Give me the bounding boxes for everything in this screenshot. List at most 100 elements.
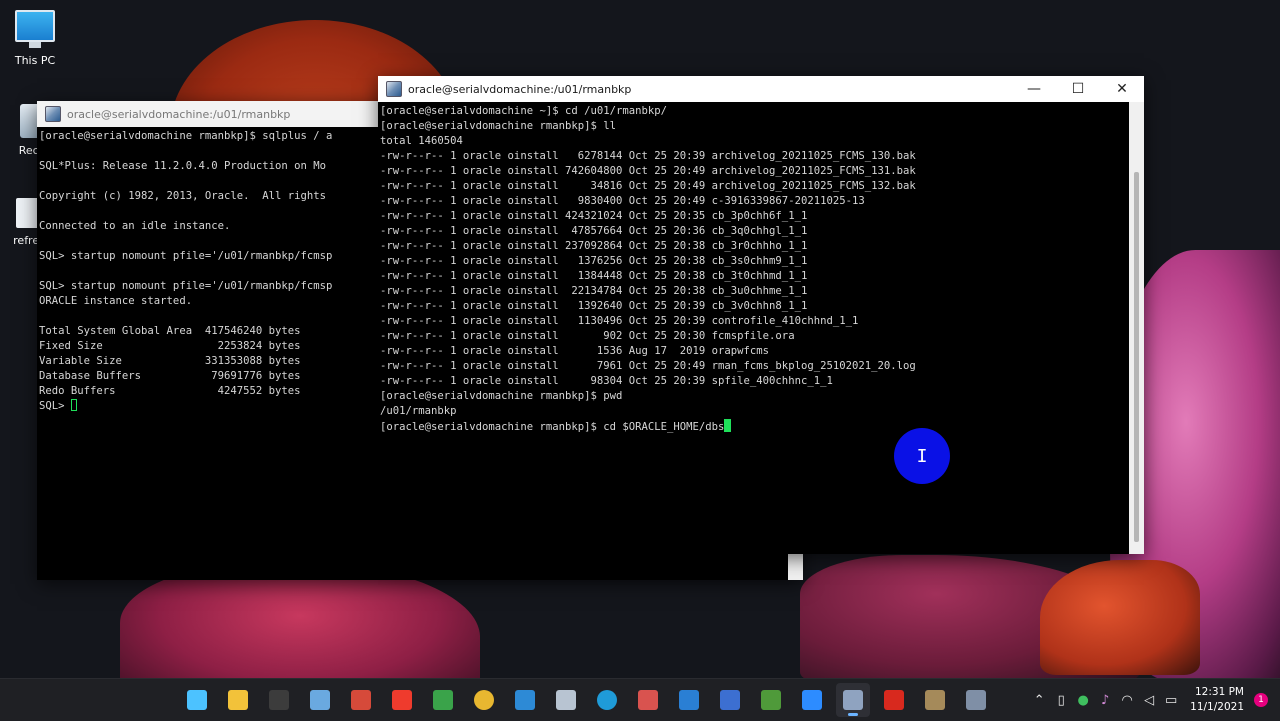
taskbar-app-snipping[interactable] — [631, 683, 665, 717]
volume-icon[interactable]: ◁ — [1138, 693, 1160, 708]
scrollbar[interactable] — [1129, 102, 1144, 554]
system-tray: ⌃ ▯ ● ♪ ◠ ◁ ▭ 12:31 PM 11/1/2021 1 — [1028, 679, 1280, 721]
terminal-line: Connected to an idle instance. — [39, 220, 231, 232]
putty-icon — [843, 690, 863, 710]
terminal-line: -rw-r--r-- 1 oracle oinstall 1536 Aug 17… — [380, 345, 770, 357]
taskbar-app-zoom[interactable] — [795, 683, 829, 717]
taskbar-app-game[interactable] — [754, 683, 788, 717]
terminal-line: Copyright (c) 1982, 2013, Oracle. All ri… — [39, 190, 327, 202]
terminal-line: -rw-r--r-- 1 oracle oinstall 1384448 Oct… — [380, 270, 808, 282]
computer-icon — [15, 10, 55, 48]
terminal-line: total 1460504 — [380, 135, 463, 147]
terminal-line: [oracle@serialvdomachine rmanbkp]$ sqlpl… — [39, 130, 333, 142]
maximize-button[interactable]: ☐ — [1056, 76, 1100, 102]
taskbar-app-anydesk[interactable] — [385, 683, 419, 717]
terminal-line: SQL*Plus: Release 11.2.0.4.0 Production … — [39, 160, 327, 172]
terminal-line: -rw-r--r-- 1 oracle oinstall 34816 Oct 2… — [380, 180, 916, 192]
usb-icon[interactable]: ▯ — [1050, 693, 1072, 708]
terminal-window-front[interactable]: oracle@serialvdomachine:/u01/rmanbkp — ☐… — [378, 76, 1144, 554]
terminal-line: Total System Global Area 417546240 bytes — [39, 325, 301, 337]
text-cursor — [724, 419, 732, 432]
start-icon — [187, 690, 207, 710]
terminal-line: -rw-r--r-- 1 oracle oinstall 98304 Oct 2… — [380, 375, 833, 387]
minimize-button[interactable]: — — [1012, 76, 1056, 102]
clock-time: 12:31 PM — [1195, 686, 1244, 698]
terminal-line: -rw-r--r-- 1 oracle oinstall 7961 Oct 25… — [380, 360, 916, 372]
taskbar: ⌃ ▯ ● ♪ ◠ ◁ ▭ 12:31 PM 11/1/2021 1 — [0, 678, 1280, 721]
terminal-line: -rw-r--r-- 1 oracle oinstall 47857664 Oc… — [380, 225, 808, 237]
terminal-line: [oracle@serialvdomachine rmanbkp]$ pwd — [380, 390, 623, 402]
terminal-line: -rw-r--r-- 1 oracle oinstall 742604800 O… — [380, 165, 916, 177]
text-cursor — [70, 399, 77, 411]
taskbar-app-chrome[interactable] — [467, 683, 501, 717]
network-tool-icon — [720, 690, 740, 710]
wallpaper-shape — [1040, 560, 1200, 675]
network-drive-icon[interactable]: ● — [1072, 693, 1094, 708]
taskbar-app-cmd-tool[interactable] — [959, 683, 993, 717]
scrollbar[interactable] — [788, 551, 803, 580]
zoom-icon — [802, 690, 822, 710]
taskbar-app-network-tool[interactable] — [713, 683, 747, 717]
desktop-icon-label: This PC — [14, 54, 56, 67]
terminal-line: SQL> startup nomount pfile='/u01/rmanbkp… — [39, 250, 333, 262]
terminal-line: -rw-r--r-- 1 oracle oinstall 9830400 Oct… — [380, 195, 865, 207]
taskbar-app-edge[interactable] — [590, 683, 624, 717]
photos-icon — [310, 690, 330, 710]
desktop-icon-this-pc[interactable]: This PC — [0, 10, 70, 67]
putty-icon — [45, 106, 61, 122]
window-titlebar[interactable]: oracle@serialvdomachine:/u01/rmanbkp — ☐… — [378, 76, 1144, 102]
terminal-prompt-line: SQL> — [39, 400, 71, 412]
virtualbox-icon — [556, 690, 576, 710]
terminal-line: -rw-r--r-- 1 oracle oinstall 1376256 Oct… — [380, 255, 808, 267]
taskbar-app-slides[interactable] — [344, 683, 378, 717]
taskbar-app-terminal[interactable] — [262, 683, 296, 717]
terminal-line: SQL> startup nomount pfile='/u01/rmanbkp… — [39, 280, 333, 292]
chrome-icon — [474, 690, 494, 710]
terminal-line: -rw-r--r-- 1 oracle oinstall 1130496 Oct… — [380, 315, 859, 327]
taskbar-app-photos[interactable] — [303, 683, 337, 717]
chevron-up-icon[interactable]: ⌃ — [1028, 693, 1050, 708]
window-title: oracle@serialvdomachine:/u01/rmanbkp — [408, 82, 632, 96]
taskbar-app-spreadsheet[interactable] — [426, 683, 460, 717]
taskbar-app-file-explorer[interactable] — [221, 683, 255, 717]
taskbar-app-gimp[interactable] — [918, 683, 952, 717]
taskbar-app-acrobat[interactable] — [877, 683, 911, 717]
taskbar-apps — [180, 683, 993, 717]
taskbar-app-putty[interactable] — [836, 683, 870, 717]
terminal-line: Fixed Size 2253824 bytes — [39, 340, 301, 352]
taskbar-app-remote-desktop[interactable] — [508, 683, 542, 717]
edge-icon — [597, 690, 617, 710]
terminal-line: [oracle@serialvdomachine ~]$ cd /u01/rma… — [380, 105, 668, 117]
clock[interactable]: 12:31 PM 11/1/2021 — [1190, 685, 1244, 715]
terminal-line: -rw-r--r-- 1 oracle oinstall 22134784 Oc… — [380, 285, 808, 297]
battery-icon[interactable]: ▭ — [1160, 693, 1182, 708]
mouse-pointer-highlight: I — [894, 428, 950, 484]
terminal-icon — [269, 690, 289, 710]
terminal-line: -rw-r--r-- 1 oracle oinstall 237092864 O… — [380, 240, 808, 252]
terminal-line: -rw-r--r-- 1 oracle oinstall 424321024 O… — [380, 210, 808, 222]
security-icon — [679, 690, 699, 710]
terminal-line: Redo Buffers 4247552 bytes — [39, 385, 301, 397]
anydesk-icon — [392, 690, 412, 710]
cmd-tool-icon — [966, 690, 986, 710]
taskbar-app-security[interactable] — [672, 683, 706, 717]
wifi-icon[interactable]: ◠ — [1116, 693, 1138, 708]
terminal-line: -rw-r--r-- 1 oracle oinstall 1392640 Oct… — [380, 300, 808, 312]
terminal-prompt-line: [oracle@serialvdomachine rmanbkp]$ cd $O… — [380, 421, 725, 433]
gimp-icon — [925, 690, 945, 710]
terminal-output[interactable]: [oracle@serialvdomachine ~]$ cd /u01/rma… — [378, 102, 1144, 437]
file-explorer-icon — [228, 690, 248, 710]
acrobat-icon — [884, 690, 904, 710]
terminal-line: Variable Size 331353088 bytes — [39, 355, 301, 367]
mic-icon[interactable]: ♪ — [1094, 693, 1116, 708]
taskbar-app-start[interactable] — [180, 683, 214, 717]
terminal-line: [oracle@serialvdomachine rmanbkp]$ ll — [380, 120, 616, 132]
scrollbar-thumb[interactable] — [1134, 172, 1139, 542]
notification-badge[interactable]: 1 — [1254, 693, 1268, 707]
clock-date: 11/1/2021 — [1190, 701, 1244, 713]
slides-icon — [351, 690, 371, 710]
taskbar-app-virtualbox[interactable] — [549, 683, 583, 717]
close-button[interactable]: ✕ — [1100, 76, 1144, 102]
text-cursor-icon: I — [916, 445, 928, 467]
snipping-icon — [638, 690, 658, 710]
